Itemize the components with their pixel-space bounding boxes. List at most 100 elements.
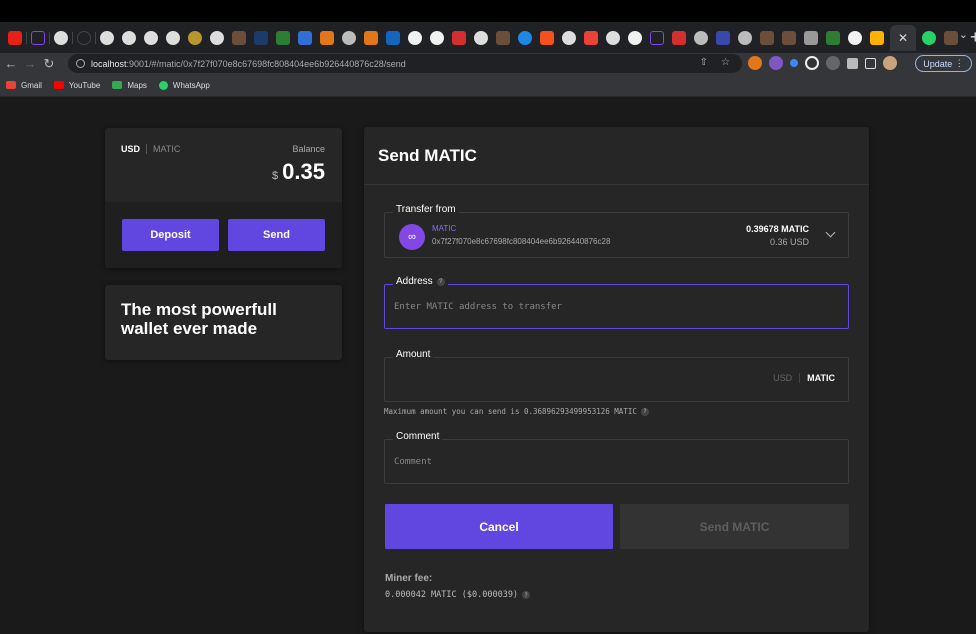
address-bar[interactable]: localhost :9001/#/matic/0x7f27f070e8c676… (68, 54, 742, 73)
comment-field[interactable]: Comment (384, 431, 849, 484)
tab-metamask-icon[interactable] (364, 30, 378, 45)
tab-triangle-icon[interactable] (298, 30, 312, 45)
ci-extension-icon[interactable] (826, 56, 840, 70)
tab-github-icon[interactable] (562, 30, 576, 45)
site-info-icon[interactable] (76, 59, 85, 68)
tab-fire-icon[interactable] (496, 30, 510, 45)
tab-d-icon[interactable] (254, 30, 268, 45)
amount-unit-switch: USD MATIC (773, 373, 835, 383)
tab-github-icon[interactable] (54, 30, 68, 45)
tab-github-icon[interactable] (166, 30, 180, 45)
bookmark-whatsapp[interactable]: WhatsApp (158, 80, 210, 90)
amount-field[interactable]: Amount USD MATIC (384, 349, 849, 402)
help-icon[interactable]: ? (436, 277, 445, 286)
help-icon[interactable]: ? (640, 407, 649, 416)
balance-value: 0.35 (282, 159, 325, 184)
tab-whatsapp-icon[interactable] (922, 30, 936, 45)
tab-search-chevron-icon[interactable]: ⌄ (959, 28, 968, 41)
send-matic-button[interactable]: Send MATIC (620, 504, 849, 549)
tab-fire-icon[interactable] (760, 30, 774, 45)
tab-github-icon[interactable] (474, 30, 488, 45)
tab-metamask-icon[interactable] (320, 30, 334, 45)
matic-coin-icon: ∞ (399, 224, 425, 250)
bookmark-youtube[interactable]: YouTube (53, 81, 100, 90)
tab-qr-icon[interactable] (804, 30, 818, 45)
address-input[interactable] (394, 299, 834, 315)
tab-globe-icon[interactable] (694, 30, 708, 45)
help-icon[interactable]: ? (522, 591, 531, 599)
tab-fire-icon[interactable] (232, 30, 246, 45)
sidepanel-icon[interactable] (865, 57, 876, 69)
transfer-from-select[interactable]: Transfer from ∞ MATIC 0x7f27f070e8c67698… (384, 204, 849, 258)
tab-google-icon[interactable] (430, 30, 444, 45)
currency-usd-tab[interactable]: USD (121, 144, 140, 154)
update-button[interactable]: Update ⋮ (915, 55, 972, 72)
tab-gmail-icon[interactable] (584, 30, 598, 45)
address-field[interactable]: Address? (384, 276, 849, 329)
tab-github-icon[interactable] (100, 30, 114, 45)
tab-globe-icon[interactable] (342, 30, 356, 45)
tab-u-icon[interactable] (716, 30, 730, 45)
tab-github-icon[interactable] (606, 30, 620, 45)
tab-red-icon[interactable] (452, 30, 466, 45)
amount-label: Amount (393, 349, 434, 360)
promo-text: The most powerfull wallet ever made (121, 300, 277, 338)
bookmark-gmail[interactable]: Gmail (6, 81, 42, 90)
amount-unit-matic[interactable]: MATIC (807, 373, 835, 383)
tab-github-icon[interactable] (144, 30, 158, 45)
metamask-extension-icon[interactable] (748, 56, 762, 70)
tab-google-icon[interactable] (628, 30, 642, 45)
youtube-icon (53, 81, 64, 89)
send-button[interactable]: Send (228, 219, 325, 251)
tab-polygon-icon[interactable] (31, 30, 45, 45)
profile-avatar[interactable] (883, 56, 897, 70)
tab-red-icon[interactable] (672, 30, 686, 45)
tab-close-icon[interactable]: ✕ (890, 24, 916, 51)
amount-unit-usd[interactable]: USD (773, 373, 792, 383)
tab-fire-icon[interactable] (944, 30, 958, 45)
tab-google-icon[interactable] (848, 30, 862, 45)
new-tab-button[interactable]: + (970, 27, 976, 48)
deposit-button[interactable]: Deposit (122, 219, 219, 251)
tab-github-icon[interactable] (122, 30, 136, 45)
cancel-button[interactable]: Cancel (385, 504, 613, 549)
browser-toolbar: ← → ↻ localhost :9001/#/matic/0x7f27f070… (0, 53, 976, 74)
tab-google-icon[interactable] (408, 30, 422, 45)
tab-blank-icon[interactable] (77, 30, 91, 45)
purple-extension-icon[interactable] (769, 56, 783, 70)
from-amount: 0.39678 MATIC (746, 224, 809, 234)
tab-youtube-icon[interactable] (8, 30, 22, 45)
tab-w-icon[interactable] (276, 30, 290, 45)
bookmark-star-icon[interactable]: ☆ (721, 57, 730, 68)
tab-orange-icon[interactable] (540, 30, 554, 45)
url-path: :9001/#/matic/0x7f27f070e8c67698fc808404… (126, 58, 406, 69)
transfer-from-label: Transfer from (393, 204, 459, 215)
tab-doc-icon[interactable] (386, 30, 400, 45)
tab-coin-icon[interactable] (188, 30, 202, 45)
tab-fire-icon[interactable] (782, 30, 796, 45)
circle-extension-icon[interactable] (805, 56, 819, 70)
reload-button[interactable]: ↻ (41, 56, 57, 72)
whatsapp-icon (158, 80, 168, 90)
browser-tab-strip: ✕ + ⌄ (0, 22, 976, 53)
blue-extension-icon[interactable] (790, 59, 798, 67)
tab-w-icon[interactable] (826, 30, 840, 45)
puzzle-extension-icon[interactable] (847, 57, 858, 69)
chevron-down-icon[interactable] (825, 227, 836, 238)
tab-github-icon[interactable] (210, 30, 224, 45)
tab-wallet-icon[interactable] (870, 30, 884, 45)
tab-blue-icon[interactable] (518, 30, 532, 45)
os-top-bar (0, 0, 976, 22)
gmail-icon (6, 81, 16, 89)
share-icon[interactable]: ⇧ (700, 57, 708, 68)
bookmark-maps[interactable]: Maps (112, 81, 147, 90)
tab-polygon-icon[interactable] (650, 30, 664, 45)
balance-actions: Deposit Send (105, 202, 342, 268)
back-button[interactable]: ← (3, 56, 19, 71)
forward-button[interactable]: → (22, 56, 38, 71)
amount-input[interactable] (394, 372, 754, 388)
comment-input[interactable] (394, 454, 834, 470)
tab-globe-icon[interactable] (738, 30, 752, 45)
currency-matic-tab[interactable]: MATIC (153, 144, 180, 154)
from-usd-value: 0.36 USD (769, 237, 809, 247)
